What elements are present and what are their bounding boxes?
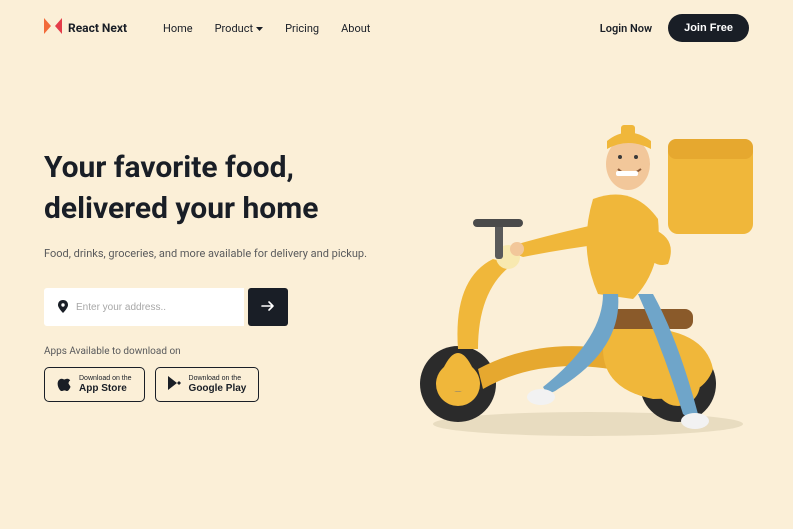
app-store-big-text: App Store (79, 383, 127, 394)
logo-icon (44, 17, 62, 39)
app-store-buttons: Download on the App Store Download on th… (44, 367, 420, 402)
header: React Next Home Product Pricing About Lo… (0, 0, 793, 56)
join-free-button[interactable]: Join Free (668, 14, 749, 42)
nav-item-product[interactable]: Product (215, 22, 263, 35)
search-box[interactable] (44, 288, 244, 326)
logo[interactable]: React Next (44, 17, 127, 39)
google-play-button[interactable]: Download on the Google Play (155, 367, 260, 402)
nav-item-about[interactable]: About (341, 22, 370, 35)
google-play-big-text: Google Play (189, 383, 247, 394)
main-nav: Home Product Pricing About (163, 22, 370, 35)
arrow-right-icon (261, 300, 275, 315)
header-right: Login Now Join Free (600, 14, 749, 42)
hero-subtext: Food, drinks, groceries, and more availa… (44, 247, 420, 260)
hero-section: Your favorite food, delivered your home … (0, 56, 420, 402)
apps-available-label: Apps Available to download on (44, 346, 420, 357)
app-store-small-text: Download on the (79, 375, 132, 383)
search-submit-button[interactable] (248, 288, 288, 326)
google-play-icon (168, 376, 181, 393)
pin-icon (58, 298, 68, 317)
google-play-small-text: Download on the (189, 375, 242, 383)
address-search (44, 288, 420, 326)
apple-icon (57, 375, 71, 394)
app-store-button[interactable]: Download on the App Store (44, 367, 145, 402)
login-link[interactable]: Login Now (600, 22, 652, 35)
header-left: React Next Home Product Pricing About (44, 17, 370, 39)
hero-illustration (403, 69, 763, 449)
nav-item-pricing[interactable]: Pricing (285, 22, 319, 35)
address-input[interactable] (76, 302, 230, 313)
nav-item-home[interactable]: Home (163, 22, 193, 35)
page-headline: Your favorite food, delivered your home (44, 148, 420, 229)
logo-text: React Next (68, 21, 127, 35)
chevron-down-icon (256, 22, 263, 35)
